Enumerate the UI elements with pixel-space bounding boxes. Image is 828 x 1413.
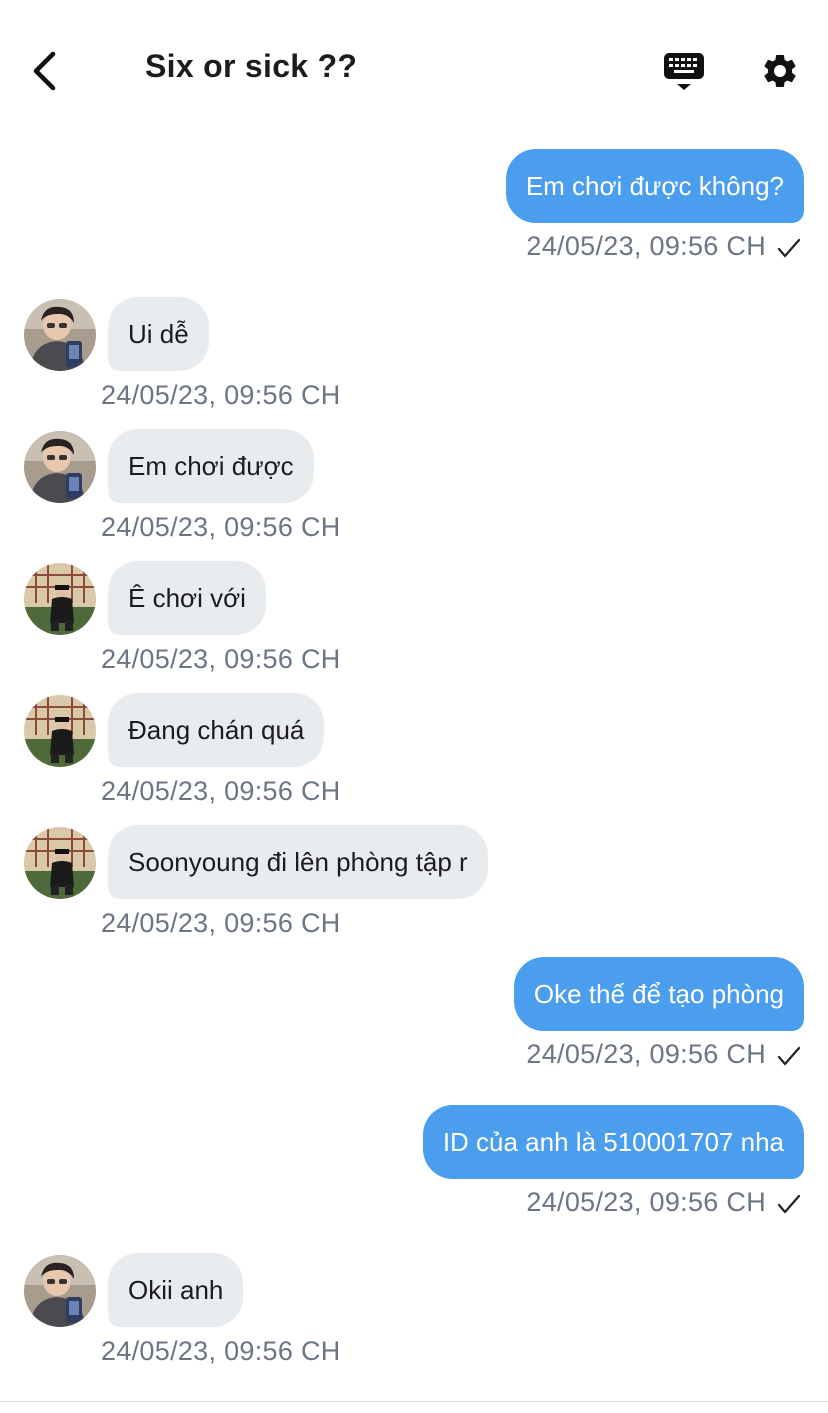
message-timestamp: 24/05/23, 09:56 CH: [101, 1336, 341, 1366]
message-timestamp: 24/05/23, 09:56 CH: [526, 1039, 766, 1069]
message-bubble[interactable]: Em chơi được: [108, 429, 314, 503]
settings-button[interactable]: [752, 44, 808, 98]
message-bubble[interactable]: Oke thế để tạo phòng: [513, 957, 804, 1031]
check-icon: [777, 1194, 801, 1214]
message-bubble[interactable]: ID của anh là 510001707 nha: [422, 1105, 804, 1179]
bottom-divider: [0, 1401, 828, 1402]
avatar[interactable]: [24, 1255, 96, 1327]
message-timestamp: 24/05/23, 09:56 CH: [101, 380, 341, 410]
chat-header: Six or sick ??: [0, 0, 828, 140]
avatar[interactable]: [24, 827, 96, 899]
message-bubble[interactable]: Đang chán quá: [108, 693, 325, 767]
avatar[interactable]: [24, 299, 96, 371]
keyboard-hide-icon: [664, 53, 704, 90]
chevron-left-icon: [33, 51, 56, 91]
avatar[interactable]: [24, 695, 96, 767]
avatar[interactable]: [24, 563, 96, 635]
message-timestamp: 24/05/23, 09:56 CH: [101, 908, 341, 938]
message-timestamp: 24/05/23, 09:56 CH: [526, 1187, 766, 1217]
chat-title: Six or sick ??: [145, 48, 358, 84]
message-bubble[interactable]: Okii anh: [108, 1253, 244, 1327]
back-button[interactable]: [20, 44, 70, 98]
message-timestamp: 24/05/23, 09:56 CH: [101, 512, 341, 542]
check-icon: [777, 1046, 801, 1066]
keyboard-toggle-button[interactable]: [656, 44, 712, 98]
message-bubble[interactable]: Ui dễ: [108, 297, 209, 371]
message-bubble[interactable]: Ê chơi với: [108, 561, 266, 635]
avatar[interactable]: [24, 431, 96, 503]
message-timestamp: 24/05/23, 09:56 CH: [101, 776, 341, 806]
message-bubble[interactable]: Em chơi được không?: [505, 149, 804, 223]
gear-icon: [764, 54, 796, 87]
message-timestamp: 24/05/23, 09:56 CH: [101, 644, 341, 674]
message-timestamp: 24/05/23, 09:56 CH: [526, 231, 766, 261]
check-icon: [777, 238, 801, 258]
message-bubble[interactable]: Soonyoung đi lên phòng tập r: [108, 825, 488, 899]
